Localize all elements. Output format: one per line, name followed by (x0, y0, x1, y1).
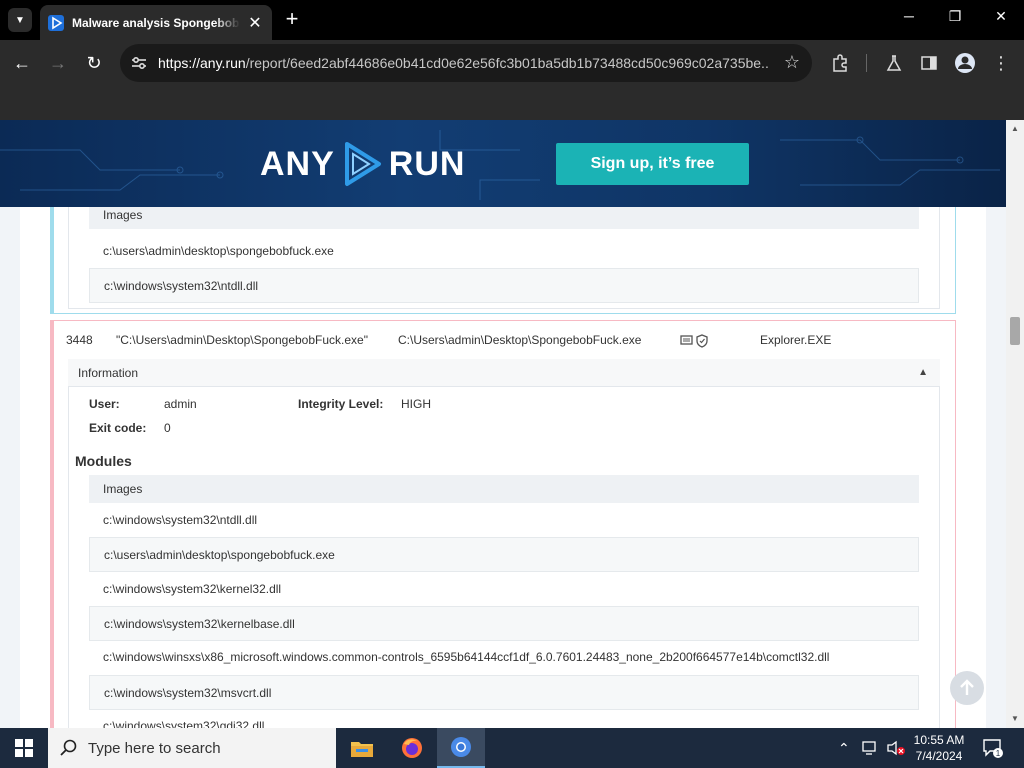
anyrun-favicon-icon (48, 14, 64, 31)
url-path: /report/6eed2abf44686e0b41cd0e62e56fc3b0… (245, 55, 770, 71)
module-row: c:\windows\system32\kernel32.dll (103, 582, 282, 596)
module-row: c:\windows\system32\ntdll.dll (89, 268, 919, 303)
circuit-decoration (0, 130, 1000, 200)
monitor-icon (680, 335, 693, 345)
module-row: c:\windows\system32\ntdll.dll (103, 513, 258, 527)
restore-icon[interactable]: ❐ (943, 8, 967, 25)
toolbar-separator (866, 54, 867, 72)
scroll-thumb[interactable] (1010, 317, 1020, 345)
play-logo-icon (344, 142, 381, 186)
anyrun-logo[interactable]: ANY RUN (260, 140, 465, 188)
window-close-icon[interactable]: ✕ (989, 8, 1013, 25)
back-icon[interactable]: ← (10, 51, 34, 75)
logo-text-run: RUN (388, 144, 466, 183)
logo-text-any: ANY (260, 144, 335, 183)
scroll-up-arrow-icon[interactable]: ▲ (1010, 124, 1020, 134)
labs-flask-icon[interactable] (883, 52, 905, 74)
site-info-icon[interactable] (130, 54, 148, 72)
firefox-icon[interactable] (388, 728, 436, 768)
arrow-up-icon (960, 679, 974, 695)
windows-logo-icon (15, 739, 33, 757)
start-button[interactable] (0, 728, 48, 768)
module-row: c:\windows\winsxs\x86_microsoft.windows.… (103, 650, 830, 664)
user-value: admin (164, 397, 197, 411)
signup-button[interactable]: Sign up, it’s free (556, 143, 749, 185)
reload-icon[interactable]: ↻ (82, 51, 106, 75)
url-text[interactable]: https://any.run/report/6eed2abf44686e0b4… (158, 55, 770, 71)
profile-avatar-icon[interactable] (954, 52, 976, 74)
page-viewport: Images c:\users\admin\desktop\spongebobf… (0, 120, 1024, 728)
bookmark-star-icon[interactable]: ☆ (784, 52, 800, 73)
images-header: Images (89, 475, 919, 503)
taskbar-clock[interactable]: 10:55 AM 7/4/2024 (908, 732, 970, 764)
information-label: Information (78, 366, 139, 380)
toolbar-bottom-strip (0, 86, 1024, 120)
process-pid: 3448 (66, 333, 93, 347)
side-panel-icon[interactable] (918, 52, 940, 74)
modules-heading: Modules (75, 453, 132, 469)
notification-center-icon[interactable]: 1 (982, 728, 1004, 768)
module-row: c:\users\admin\desktop\spongebobfuck.exe (89, 537, 919, 572)
information-toggle[interactable]: Information ▲ (68, 359, 940, 387)
menu-kebab-icon[interactable]: ⋮ (990, 52, 1012, 74)
process-card-2: 3448 "C:\Users\admin\Desktop\SpongebobFu… (50, 320, 956, 728)
tab-close-icon[interactable]: ✕ (246, 13, 264, 33)
forward-icon[interactable]: → (46, 51, 70, 75)
new-tab-icon[interactable]: + (280, 8, 304, 32)
process-parent: Explorer.EXE (760, 333, 832, 347)
clock-date: 7/4/2024 (915, 749, 963, 763)
shield-icon (696, 334, 708, 348)
anyrun-banner: ANY RUN Sign up, it’s free (0, 120, 1006, 207)
process-path: C:\Users\admin\Desktop\SpongebobFuck.exe (398, 333, 642, 347)
chrome-icon[interactable] (437, 728, 485, 768)
url-host: https://any.run (158, 55, 246, 71)
integrity-value: HIGH (401, 397, 431, 411)
scroll-down-arrow-icon[interactable]: ▼ (1010, 714, 1020, 724)
module-row: c:\windows\system32\msvcrt.dll (89, 675, 919, 710)
taskbar-search[interactable]: Type here to search (48, 728, 336, 768)
page-scrollbar[interactable]: ▲ ▼ (1006, 120, 1024, 728)
tray-overflow-icon[interactable]: ⌃ (838, 728, 850, 768)
browser-tab-bar: ▼ Malware analysis SpongebobFuck.exe ✕ +… (0, 0, 1024, 40)
file-explorer-icon[interactable] (338, 728, 386, 768)
search-placeholder: Type here to search (88, 739, 221, 757)
user-label: User: (89, 397, 120, 411)
module-row: c:\users\admin\desktop\spongebobfuck.exe (103, 244, 334, 258)
network-icon[interactable] (862, 728, 880, 768)
address-bar[interactable]: https://any.run/report/6eed2abf44686e0b4… (120, 44, 812, 82)
exit-code-label: Exit code: (89, 421, 147, 435)
tab-title: Malware analysis SpongebobFuck.exe (72, 15, 240, 30)
scroll-to-top-button[interactable] (950, 671, 984, 705)
windows-taskbar: Type here to search ⌃ 10:55 AM 7/4/2024 … (0, 728, 1024, 768)
process-flags (680, 334, 710, 351)
module-row: c:\windows\system32\kernelbase.dll (89, 606, 919, 641)
browser-tab-active[interactable]: Malware analysis SpongebobFuck.exe ✕ (40, 5, 272, 40)
tab-search-dropdown-icon[interactable]: ▼ (8, 8, 32, 32)
minimize-icon[interactable]: ─ (897, 8, 921, 24)
extensions-icon[interactable] (829, 52, 851, 74)
notification-count: 1 (996, 749, 1001, 758)
caret-up-icon[interactable]: ▲ (918, 359, 928, 387)
report-content: Images c:\users\admin\desktop\spongebobf… (20, 120, 986, 728)
clock-time: 10:55 AM (913, 733, 965, 747)
browser-toolbar: ← → ↻ https://any.run/report/6eed2abf446… (0, 40, 1024, 86)
search-icon (60, 739, 77, 756)
module-row: c:\windows\system32\gdi32.dll (103, 719, 265, 728)
integrity-label: Integrity Level: (298, 397, 384, 411)
process-cmdline: "C:\Users\admin\Desktop\SpongebobFuck.ex… (116, 333, 368, 347)
process-header[interactable]: 3448 "C:\Users\admin\Desktop\SpongebobFu… (66, 333, 946, 353)
exit-code-value: 0 (164, 421, 171, 435)
volume-muted-icon[interactable] (886, 728, 906, 768)
